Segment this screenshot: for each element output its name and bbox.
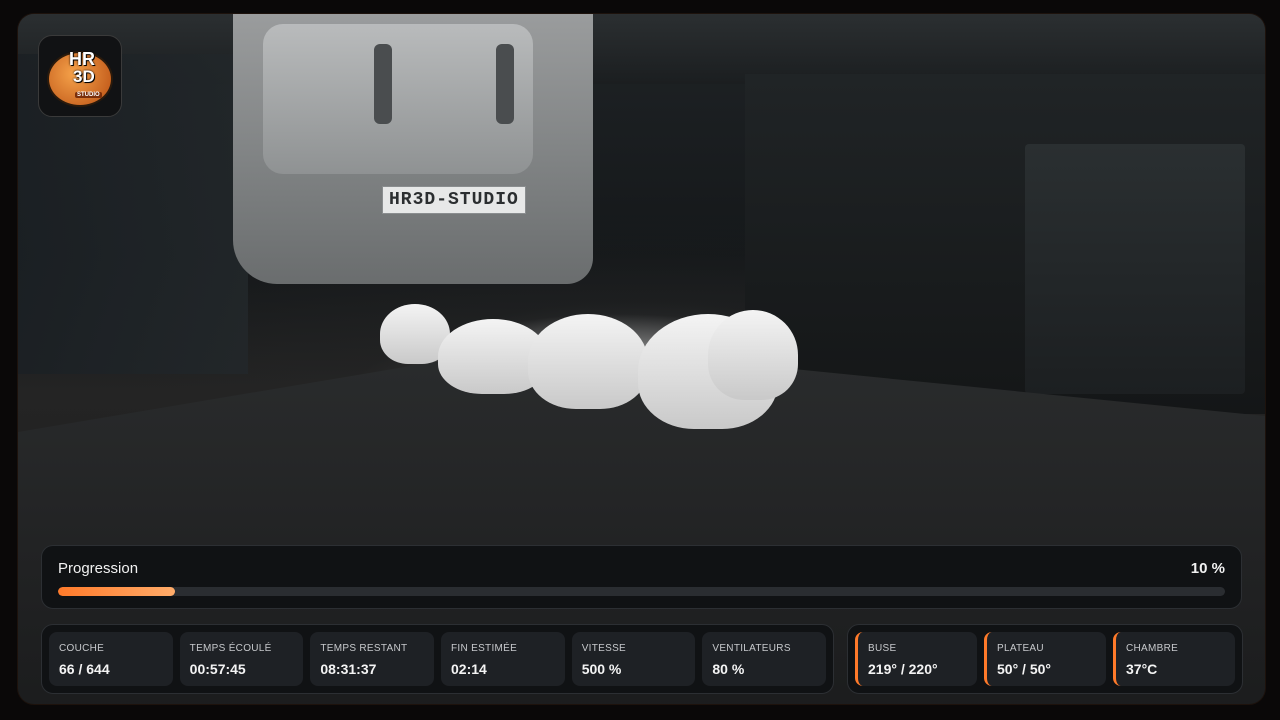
stat-card-remaining: TEMPS RESTANT 08:31:37 bbox=[310, 632, 435, 686]
progress-track bbox=[58, 587, 1225, 596]
progress-fill bbox=[58, 587, 175, 596]
temp-label: PLATEAU bbox=[997, 643, 1044, 654]
temp-card-nozzle: BUSE 219° / 220° bbox=[855, 632, 977, 686]
studio-logo: HR 3D STUDIO bbox=[38, 35, 122, 117]
stat-card-speed: VITESSE 500 % bbox=[571, 632, 696, 686]
stat-card-fans: VENTILATEURS 80 % bbox=[702, 632, 827, 686]
stat-value: 02:14 bbox=[451, 661, 487, 677]
temp-card-chamber: CHAMBRE 37°C bbox=[1113, 632, 1235, 686]
temp-label: BUSE bbox=[868, 643, 897, 654]
toolhead-vent bbox=[496, 44, 514, 124]
printer-side-panel bbox=[1025, 144, 1245, 394]
stat-card-elapsed: TEMPS ÉCOULÉ 00:57:45 bbox=[179, 632, 304, 686]
printed-part bbox=[708, 310, 798, 400]
stat-label: COUCHE bbox=[59, 643, 105, 654]
progress-panel: Progression 10 % bbox=[41, 545, 1242, 609]
toolhead-cover bbox=[263, 24, 533, 174]
toolhead-vent bbox=[374, 44, 392, 124]
temperature-panel: BUSE 219° / 220° PLATEAU 50° / 50° CHAMB… bbox=[847, 624, 1243, 694]
stat-label: TEMPS ÉCOULÉ bbox=[189, 643, 272, 654]
stat-label: FIN ESTIMÉE bbox=[451, 643, 518, 654]
print-stats-panel: COUCHE 66 / 644 TEMPS ÉCOULÉ 00:57:45 TE… bbox=[41, 624, 834, 694]
temp-value: 50° / 50° bbox=[997, 661, 1052, 677]
temp-value: 37°C bbox=[1126, 661, 1158, 677]
stat-card-eta: FIN ESTIMÉE 02:14 bbox=[441, 632, 565, 686]
stat-value: 08:31:37 bbox=[320, 661, 377, 677]
temp-card-bed: PLATEAU 50° / 50° bbox=[984, 632, 1106, 686]
progress-label: Progression bbox=[58, 560, 139, 577]
stat-value: 66 / 644 bbox=[59, 661, 110, 677]
temp-label: CHAMBRE bbox=[1126, 643, 1179, 654]
printed-part bbox=[528, 314, 648, 409]
stat-label: TEMPS RESTANT bbox=[320, 643, 408, 654]
toolhead-label: HR3D-STUDIO bbox=[382, 186, 526, 214]
stat-value: 00:57:45 bbox=[189, 661, 246, 677]
temp-value: 219° / 220° bbox=[868, 661, 938, 677]
stat-value: 80 % bbox=[712, 661, 745, 677]
progress-percent: 10 % bbox=[1190, 560, 1225, 577]
stat-card-layer: COUCHE 66 / 644 bbox=[49, 632, 173, 686]
stat-value: 500 % bbox=[581, 661, 622, 677]
logo-subtext: STUDIO bbox=[75, 92, 102, 98]
stat-label: VENTILATEURS bbox=[712, 643, 791, 654]
logo-text: 3D bbox=[73, 67, 95, 86]
stat-label: VITESSE bbox=[581, 643, 627, 654]
